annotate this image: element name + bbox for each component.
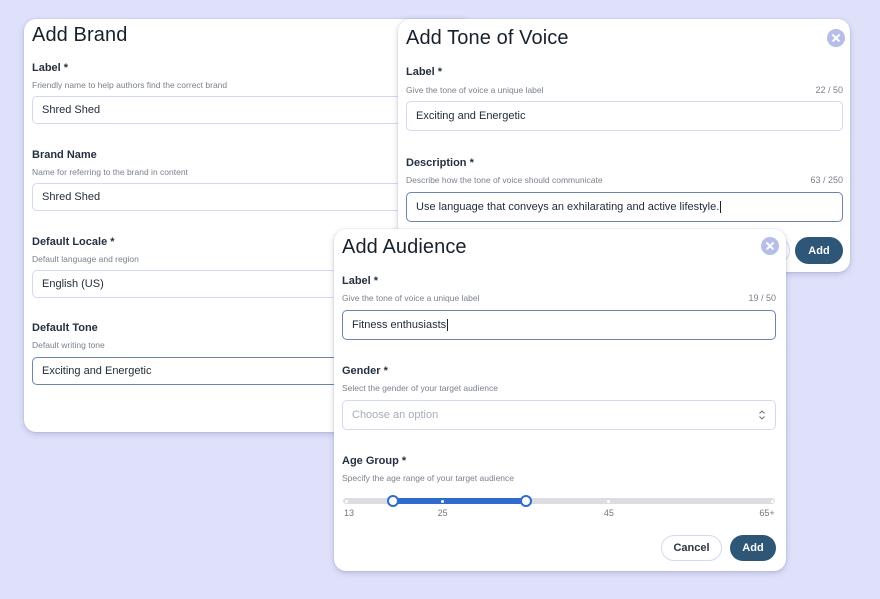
close-icon[interactable] — [761, 237, 779, 255]
input-value: English (US) — [42, 278, 104, 290]
slider-min-handle[interactable] — [386, 495, 399, 507]
field-help: Specify the age range of your target aud… — [342, 473, 515, 483]
tone-label-input[interactable]: Exciting and Energetic — [406, 101, 843, 131]
add-audience-button[interactable]: Add — [730, 535, 776, 561]
age-range-slider[interactable]: 13 25 45 65+ — [343, 495, 775, 518]
field-help: Name for referring to the brand in conte… — [32, 167, 188, 177]
dialog-title: Add Brand — [32, 24, 128, 46]
input-value: Exciting and Energetic — [42, 365, 152, 377]
cancel-button[interactable]: Cancel — [661, 535, 722, 561]
field-label: Label * — [342, 275, 379, 287]
field-help: Give the tone of voice a unique label — [406, 85, 544, 95]
slider-max-handle[interactable] — [519, 495, 532, 507]
field-help: Describe how the tone of voice should co… — [406, 175, 603, 185]
text-caret — [447, 319, 449, 331]
character-count: 22 / 50 — [815, 85, 843, 95]
field-label: Age Group * — [342, 455, 407, 467]
input-value: Shred Shed — [42, 191, 101, 203]
tone-description-input[interactable]: Use language that conveys an exhilaratin… — [406, 192, 843, 222]
add-audience-dialog: Add Audience Label * Give the tone of vo… — [334, 229, 786, 571]
field-label: Default Tone — [32, 322, 98, 334]
slider-tick-label: 13 — [343, 508, 355, 518]
character-count: 19 / 50 — [748, 293, 776, 303]
dialog-title: Add Tone of Voice — [406, 27, 569, 49]
field-label: Default Locale * — [32, 236, 115, 248]
audience-label-input[interactable]: Fitness enthusiasts — [342, 310, 776, 340]
text-caret — [720, 201, 722, 213]
close-icon[interactable] — [827, 29, 845, 47]
field-help: Give the tone of voice a unique label — [342, 293, 480, 303]
field-label: Gender * — [342, 365, 388, 377]
slider-fill — [392, 498, 526, 504]
input-value: Fitness enthusiasts — [352, 319, 447, 331]
field-help: Default writing tone — [32, 340, 105, 350]
gender-select[interactable]: Choose an option — [342, 400, 776, 430]
field-label: Description * — [406, 157, 474, 169]
input-value: Exciting and Energetic — [416, 110, 526, 122]
dialog-title: Add Audience — [342, 236, 467, 258]
select-placeholder: Choose an option — [352, 409, 439, 421]
tone-add-button[interactable]: Add — [795, 237, 843, 264]
character-count: 63 / 250 — [810, 175, 843, 185]
field-help: Select the gender of your target audienc… — [342, 383, 498, 393]
field-label: Label * — [406, 66, 443, 78]
field-label: Brand Name — [32, 149, 97, 161]
slider-tick-label: 45 — [603, 508, 614, 518]
field-help: Default language and region — [32, 254, 139, 264]
input-value: Use language that conveys an exhilaratin… — [416, 201, 720, 213]
slider-tick-label: 65+ — [759, 508, 775, 518]
slider-tick-mark — [770, 500, 774, 503]
input-value: Shred Shed — [42, 104, 101, 116]
field-label: Label * — [32, 62, 69, 74]
slider-tick-mark — [344, 500, 348, 503]
slider-tick-label: 25 — [437, 508, 448, 518]
field-help: Friendly name to help authors find the c… — [32, 80, 228, 90]
select-chevrons-icon — [759, 410, 765, 420]
